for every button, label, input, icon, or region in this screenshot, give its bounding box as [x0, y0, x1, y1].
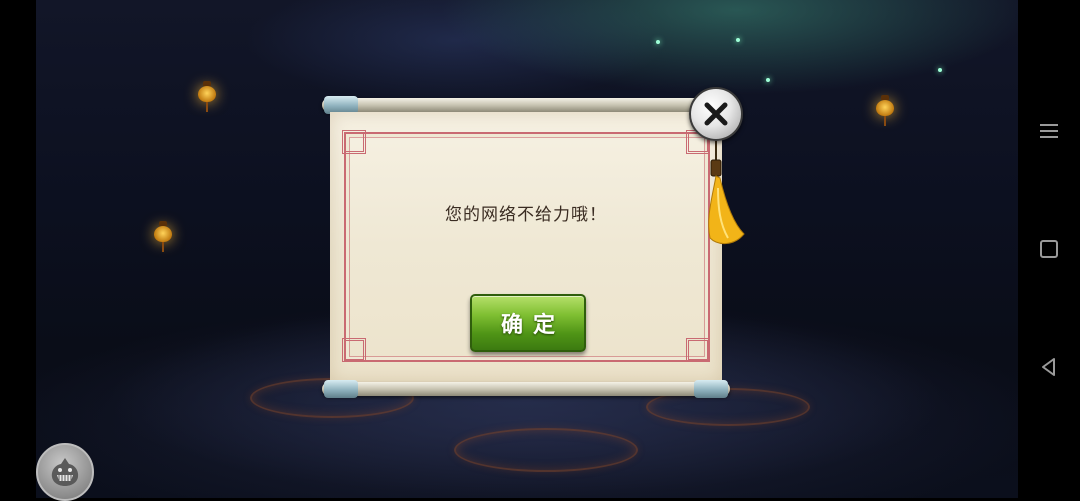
confirm-button[interactable]: 确定 [470, 294, 586, 352]
floor-ring-center [454, 428, 638, 472]
frame-corner-ornament [342, 338, 366, 362]
sparkle-decoration [736, 38, 740, 42]
left-black-margin [0, 0, 36, 498]
frame-corner-ornament [342, 130, 366, 154]
scroll-paper: 您的网络不给力哦！ 确定 [330, 112, 722, 382]
sparkle-decoration [766, 78, 770, 82]
sparkle-decoration [938, 68, 942, 72]
chat-avatar-button[interactable] [36, 443, 94, 501]
chat-avatar-icon [51, 458, 79, 486]
lantern-decoration [876, 95, 894, 126]
back-triangle-icon[interactable] [1038, 356, 1060, 378]
network-error-dialog: 您的网络不给力哦！ 确定 [322, 96, 730, 398]
lantern-decoration [154, 221, 172, 252]
close-icon [704, 102, 728, 126]
lantern-decoration [198, 81, 216, 112]
home-square-icon[interactable] [1038, 238, 1060, 260]
roller-cap-left [324, 380, 358, 398]
roller-cap-right [694, 380, 728, 398]
frame-corner-ornament [686, 338, 710, 362]
scroll-roller-top [322, 96, 730, 114]
android-nav-bar [1018, 0, 1080, 498]
tassel-icon [708, 138, 745, 244]
close-button[interactable] [689, 87, 743, 141]
scroll-roller-bottom [322, 380, 730, 398]
sparkle-decoration [656, 40, 660, 44]
menu-icon[interactable] [1038, 120, 1060, 142]
dialog-message: 您的网络不给力哦！ [445, 205, 607, 225]
